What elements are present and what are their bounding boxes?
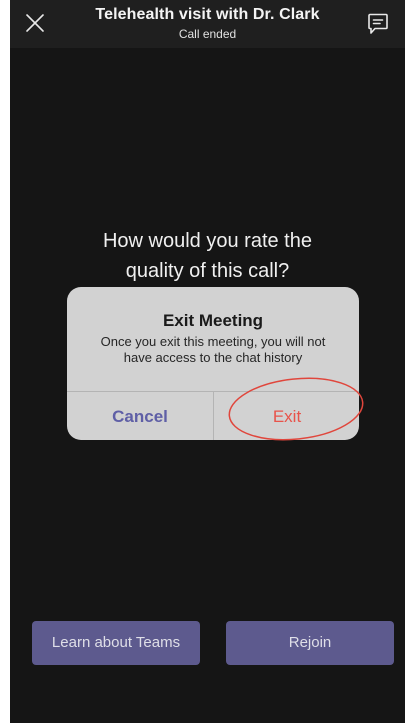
- rating-prompt-line-1: How would you rate the: [102, 230, 312, 252]
- dialog-message: Once you exit this meeting, you will not…: [79, 334, 347, 366]
- exit-meeting-dialog: Exit Meeting Once you exit this meeting,…: [67, 287, 359, 440]
- top-bar: Telehealth visit with Dr. Clark Call end…: [10, 0, 405, 48]
- call-status: Call ended: [178, 27, 237, 41]
- call-rating-prompt: How would you rate the quality of this c…: [50, 226, 365, 286]
- meeting-title: Telehealth visit with Dr. Clark: [95, 6, 320, 23]
- dialog-title: Exit Meeting: [162, 311, 264, 330]
- chat-button[interactable]: [367, 12, 389, 36]
- chat-icon: [368, 13, 388, 34]
- dialog-message-line-1: Once you exit this meeting, you will not: [100, 334, 326, 349]
- exit-button[interactable]: Exit: [214, 392, 359, 440]
- rating-prompt-line-2: quality of this call?: [125, 260, 290, 282]
- dialog-message-line-2: have access to the chat history: [123, 350, 303, 365]
- call-ended-screen: Telehealth visit with Dr. Clark Call end…: [10, 0, 405, 723]
- rejoin-button[interactable]: Rejoin: [226, 621, 394, 665]
- dialog-button-row: Cancel Exit: [67, 391, 359, 440]
- cancel-button[interactable]: Cancel: [67, 392, 214, 440]
- learn-about-teams-button[interactable]: Learn about Teams: [32, 621, 200, 665]
